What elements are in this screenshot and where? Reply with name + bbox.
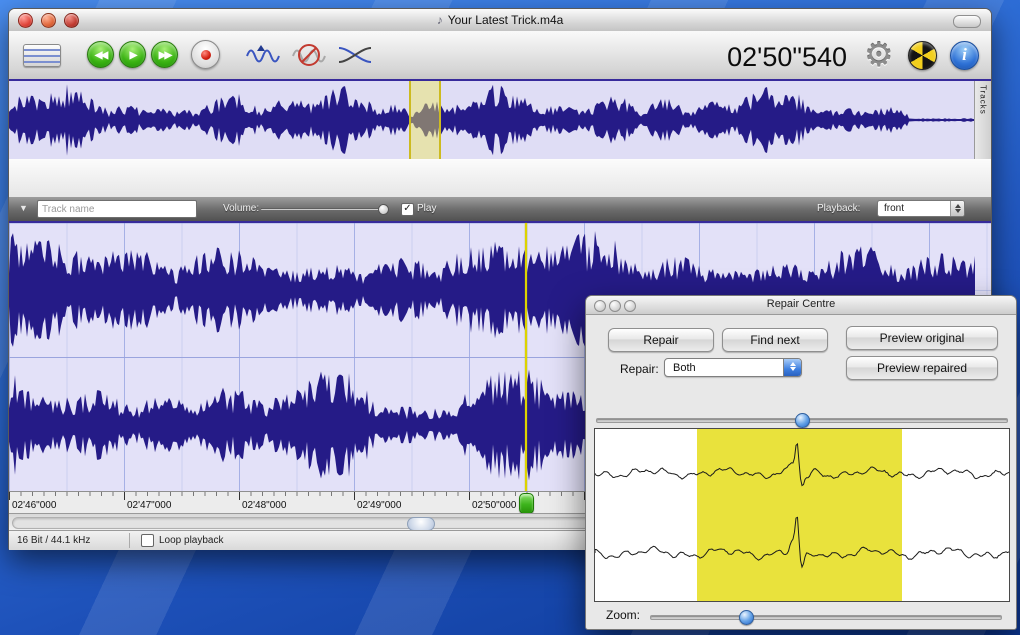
time-label: 02'47"000 xyxy=(127,500,171,511)
major-tick xyxy=(469,492,470,500)
rewind-button[interactable]: ◀◀ xyxy=(87,41,114,68)
playhead-marker[interactable] xyxy=(519,493,534,514)
volume-slider[interactable] xyxy=(261,208,387,210)
playback-select[interactable]: front xyxy=(877,200,965,217)
tracks-label: Tracks xyxy=(979,85,988,115)
time-label: 02'49"000 xyxy=(357,500,401,511)
playback-value: front xyxy=(884,203,904,214)
loop-playback-label: Loop playback xyxy=(159,535,224,546)
major-tick xyxy=(124,492,125,500)
track-name-input[interactable] xyxy=(37,200,197,218)
position-slider-knob[interactable] xyxy=(795,413,810,428)
titlebar[interactable]: ♪ Your Latest Trick.m4a xyxy=(9,9,991,32)
title-wrap: ♪ Your Latest Trick.m4a xyxy=(9,9,991,31)
zoom-slider[interactable] xyxy=(650,615,1002,620)
volume-knob[interactable] xyxy=(378,204,389,215)
track-header-bar: ▼ Volume: ✓ Play Playback: front xyxy=(9,197,991,222)
repair-titlebar[interactable]: Repair Centre xyxy=(586,296,1016,315)
play-checkbox[interactable]: ✓ xyxy=(401,203,414,216)
major-tick xyxy=(354,492,355,500)
fast-forward-button[interactable]: ▶▶ xyxy=(151,41,178,68)
record-dot-icon xyxy=(201,50,211,60)
volume-label: Volume: xyxy=(223,203,259,214)
format-info: 16 Bit / 44.1 kHz xyxy=(17,535,90,546)
zoom-slider-knob[interactable] xyxy=(739,610,754,625)
time-label: 02'50"000 xyxy=(472,500,516,511)
repair-waveform-graphic xyxy=(595,429,1009,601)
tracklist-separator xyxy=(9,159,991,198)
remove-click-tool-disabled-icon[interactable] xyxy=(291,42,327,68)
repair-centre-window: Repair Centre Repair Find next Preview o… xyxy=(585,295,1017,630)
loop-playback-checkbox[interactable] xyxy=(141,534,154,547)
repair-click-tool-icon[interactable] xyxy=(245,42,281,68)
playback-label: Playback: xyxy=(817,203,860,214)
record-button[interactable] xyxy=(191,40,220,69)
repair-waveform-view[interactable] xyxy=(594,428,1010,602)
major-tick xyxy=(9,492,10,500)
position-slider[interactable] xyxy=(596,418,1008,423)
audio-document-icon: ♪ xyxy=(437,14,443,26)
repair-window-title: Repair Centre xyxy=(586,298,1016,310)
preview-original-button[interactable]: Preview original xyxy=(846,326,998,350)
overview-waveform-strip[interactable]: Tracks xyxy=(9,79,991,162)
play-label: Play xyxy=(417,203,436,214)
repair-button[interactable]: Repair xyxy=(608,328,714,352)
info-icon[interactable]: i xyxy=(950,41,979,70)
playhead-cursor[interactable] xyxy=(525,223,527,493)
zoom-label: Zoom: xyxy=(606,608,640,622)
overview-selection-highlight[interactable] xyxy=(409,81,441,161)
toolbar: ◀◀ ▶ ▶▶ 02'50"540 ⚙ i xyxy=(9,31,991,80)
time-display: 02'50"540 xyxy=(679,42,847,73)
toolbar-toggle-button[interactable] xyxy=(953,15,981,28)
play-button[interactable]: ▶ xyxy=(119,41,146,68)
preview-repaired-button[interactable]: Preview repaired xyxy=(846,356,998,380)
stepper-icon xyxy=(783,359,801,376)
stepper-icon xyxy=(950,201,964,216)
tracks-tab[interactable]: Tracks xyxy=(974,81,991,161)
repair-mode-value: Both xyxy=(673,362,696,374)
gear-icon[interactable]: ⚙ xyxy=(864,35,894,74)
crossfade-tool-icon[interactable] xyxy=(337,42,373,68)
overview-waveform-graphic xyxy=(9,82,975,158)
status-divider xyxy=(129,533,130,548)
repair-mode-label: Repair: xyxy=(620,362,659,376)
time-label: 02'48"000 xyxy=(242,500,286,511)
repair-mode-select[interactable]: Both xyxy=(664,358,802,377)
window-title: Your Latest Trick.m4a xyxy=(448,13,564,27)
radioactive-icon[interactable] xyxy=(908,41,937,70)
scrollbar-thumb[interactable] xyxy=(407,517,435,531)
disclosure-triangle-icon[interactable]: ▼ xyxy=(19,203,28,213)
desktop: ♪ Your Latest Trick.m4a ◀◀ ▶ ▶▶ 02'50"54… xyxy=(0,0,1020,635)
device-panel-icon[interactable] xyxy=(23,44,61,67)
major-tick xyxy=(239,492,240,500)
time-label: 02'46"000 xyxy=(12,500,56,511)
find-next-button[interactable]: Find next xyxy=(722,328,828,352)
